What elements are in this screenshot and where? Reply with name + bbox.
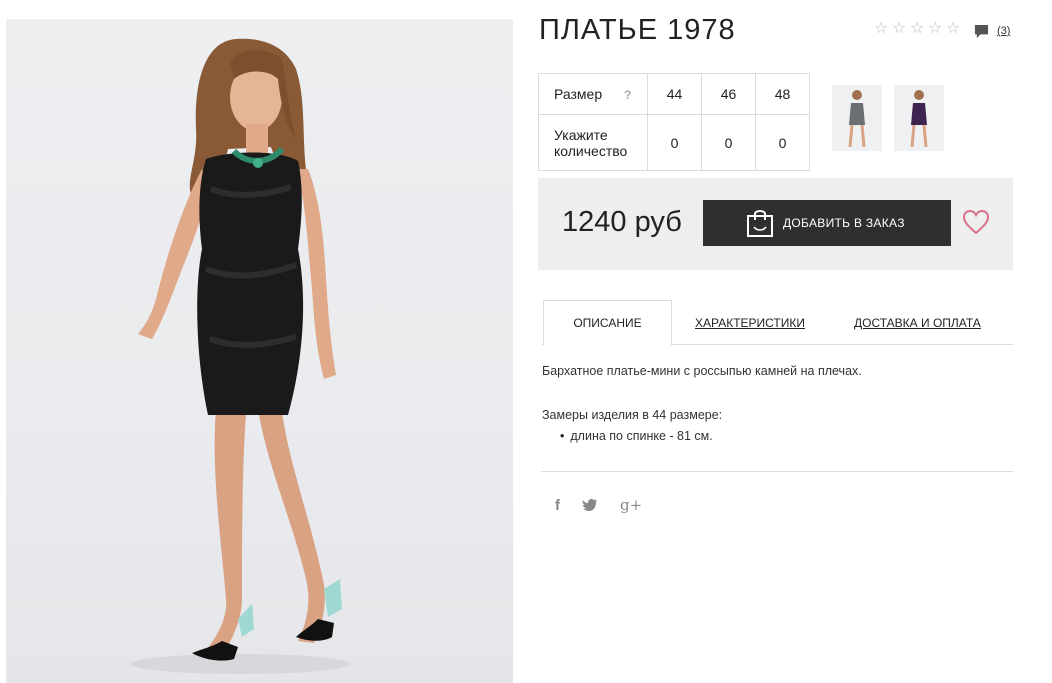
size-label-cell: Размер ? — [538, 73, 648, 115]
tab-description[interactable]: ОПИСАНИЕ — [543, 300, 672, 346]
quantity-input[interactable]: 0 — [755, 114, 810, 171]
list-item: длина по спинке - 81 см. — [560, 427, 862, 445]
comment-icon — [974, 24, 989, 39]
tab-delivery[interactable]: ДОСТАВКА И ОПЛАТА — [854, 300, 981, 345]
size-option[interactable]: 46 — [701, 73, 756, 115]
twitter-icon[interactable] — [582, 498, 598, 512]
measure-list: длина по спинке - 81 см. — [542, 427, 862, 445]
model-illustration — [131, 38, 351, 674]
measure-title: Замеры изделия в 44 размере: — [542, 408, 723, 422]
star-icon[interactable]: ☆ — [892, 21, 908, 37]
quantity-input[interactable]: 0 — [647, 114, 702, 171]
comments-count[interactable]: (3) — [997, 25, 1010, 37]
size-table: Размер ? 44 46 48 Укажите количество 0 0… — [538, 73, 810, 171]
size-option[interactable]: 48 — [755, 73, 810, 115]
star-icon[interactable]: ☆ — [946, 21, 962, 37]
add-to-cart-button[interactable]: ДОБАВИТЬ В ЗАКАЗ — [703, 200, 951, 246]
heart-icon[interactable] — [962, 209, 990, 235]
star-icon[interactable]: ☆ — [874, 21, 890, 37]
quantity-input[interactable]: 0 — [701, 114, 756, 171]
quantity-label-line1: Укажите — [554, 126, 608, 143]
googleplus-icon[interactable]: g+ — [620, 496, 642, 514]
price: 1240 руб — [562, 206, 682, 238]
thumbnail-image — [848, 90, 866, 148]
social-share: f g+ — [555, 496, 642, 514]
product-title: ПЛАТЬЕ 1978 — [539, 14, 736, 46]
price-box: 1240 руб ДОБАВИТЬ В ЗАКАЗ — [538, 178, 1013, 270]
size-help-icon[interactable]: ? — [624, 88, 631, 102]
product-tabs: ОПИСАНИЕ ХАРАКТЕРИСТИКИ ДОСТАВКА И ОПЛАТ… — [542, 300, 1013, 346]
quantity-label-line2: количество — [554, 142, 628, 159]
thumbnail-image — [910, 90, 928, 148]
description-text: Бархатное платье-мини с россыпью камней … — [542, 364, 862, 378]
size-option[interactable]: 44 — [647, 73, 702, 115]
size-label: Размер — [554, 86, 603, 102]
product-main-photo[interactable] — [6, 19, 513, 683]
facebook-icon[interactable]: f — [555, 497, 560, 514]
quantity-label-cell: Укажите количество — [538, 114, 648, 171]
rating-stars[interactable]: ☆ ☆ ☆ ☆ ☆ — [874, 21, 962, 37]
purple-dress-thumbnail[interactable] — [894, 85, 944, 151]
divider — [541, 471, 1013, 472]
star-icon[interactable]: ☆ — [928, 21, 944, 37]
shopping-bag-icon — [747, 210, 773, 237]
tab-characteristics[interactable]: ХАРАКТЕРИСТИКИ — [695, 300, 805, 345]
description-panel: Бархатное платье-мини с россыпью камней … — [542, 362, 862, 445]
add-to-cart-label: ДОБАВИТЬ В ЗАКАЗ — [783, 216, 905, 230]
comments-link[interactable]: (3) — [974, 24, 1010, 39]
grey-dress-thumbnail[interactable] — [832, 85, 882, 151]
star-icon[interactable]: ☆ — [910, 21, 926, 37]
color-thumbnails — [832, 85, 944, 151]
